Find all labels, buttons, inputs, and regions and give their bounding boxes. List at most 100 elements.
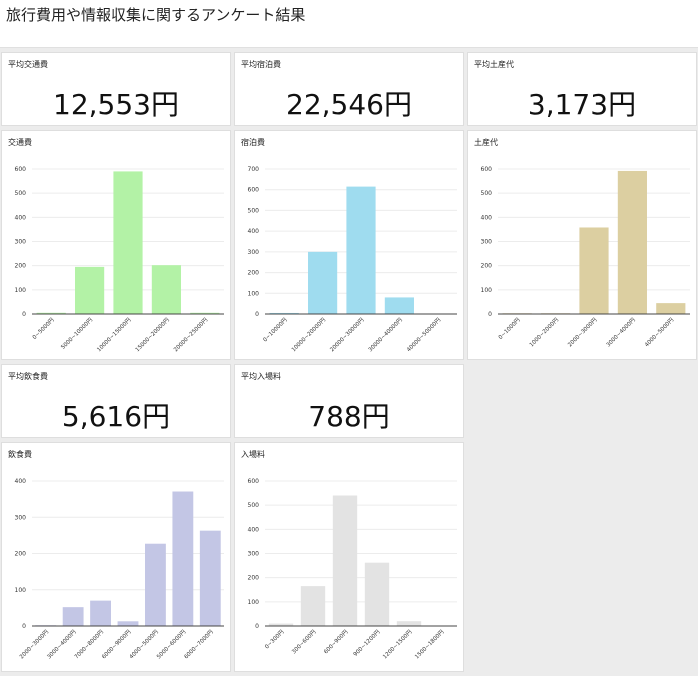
- bar-chart-lodging: 0 100 200 300 400 500 600 700 0~10000円 10000~2000…: [248, 166, 457, 353]
- kpi-value: 5,616円: [61, 400, 171, 433]
- bar[interactable]: [617, 170, 647, 314]
- x-tick-label: 2000~3000円: [567, 316, 599, 348]
- bar[interactable]: [308, 251, 338, 314]
- x-tick-label: 1500~1800円: [414, 628, 446, 660]
- y-tick-label: 500: [15, 190, 27, 197]
- bar[interactable]: [364, 562, 390, 626]
- x-tick-label: 300~600円: [290, 628, 317, 655]
- kpi-card-admission[interactable]: 平均入場料 788円: [234, 364, 464, 438]
- kpi-label: 平均入場料: [241, 372, 281, 381]
- x-tick-label: 1200~1500円: [382, 628, 414, 660]
- y-tick-label: 200: [248, 575, 260, 582]
- bar[interactable]: [113, 171, 143, 314]
- x-tick-label: 0~10000円: [262, 316, 289, 343]
- bar[interactable]: [396, 621, 422, 626]
- kpi-value: 3,173円: [527, 88, 637, 121]
- x-tick-label: 20000~25000円: [172, 316, 209, 353]
- bar[interactable]: [117, 621, 139, 626]
- bar-chart-transport: 0 100 200 300 400 500 600 0~5000円 5000~10000円 100…: [15, 166, 224, 353]
- dashboard-header: 旅行費用や情報収集に関するアンケート結果: [0, 0, 698, 48]
- x-tick-label: 3000~4000円: [605, 316, 637, 348]
- chart-card-admission[interactable]: 入場料 0 100 200 300 400 500 600 0~300円 300~600円 600…: [234, 442, 464, 672]
- y-tick-label: 300: [248, 551, 260, 558]
- x-tick-label: 20000~30000円: [329, 316, 366, 353]
- bar[interactable]: [145, 543, 166, 626]
- y-tick-label: 100: [248, 290, 260, 297]
- chart-card-lodging[interactable]: 宿泊費 0 100 200 300 400 500 600 700 0~10000円 10000~…: [234, 130, 464, 360]
- bar[interactable]: [332, 495, 358, 627]
- x-tick-label: 4000~5000円: [643, 316, 675, 348]
- y-tick-label: 300: [248, 249, 260, 256]
- x-tick-label: 10000~20000円: [290, 316, 327, 353]
- bar[interactable]: [75, 266, 105, 314]
- y-tick-label: 100: [481, 287, 493, 294]
- bar[interactable]: [151, 265, 181, 314]
- y-tick-label: 600: [481, 166, 493, 173]
- y-tick-label: 300: [481, 239, 493, 246]
- bar-chart-food: 01002003004002000~3000円3000~4000円7000~80…: [15, 478, 224, 660]
- y-tick-label: 200: [481, 263, 493, 270]
- kpi-value: 788円: [308, 400, 390, 433]
- x-tick-label: 30000~40000円: [367, 316, 404, 353]
- y-tick-label: 200: [15, 551, 27, 558]
- chart-card-transport[interactable]: 交通費 0 100 200 300 400 500 600 0~5000円 5000~10000…: [1, 130, 231, 360]
- x-tick-label: 6000~7000円: [183, 628, 215, 660]
- bar[interactable]: [300, 586, 326, 626]
- y-tick-label: 700: [248, 166, 260, 173]
- x-tick-label: 0~5000円: [31, 316, 56, 341]
- y-tick-label: 400: [248, 228, 260, 235]
- bar[interactable]: [656, 303, 686, 314]
- kpi-label: 平均土産代: [474, 60, 514, 69]
- bar-chart-souvenir: 0 100 200 300 400 500 600 0~1000円 1000~2000円 2000…: [481, 166, 690, 348]
- bar[interactable]: [346, 186, 376, 314]
- y-tick-label: 0: [22, 623, 26, 630]
- y-tick-label: 600: [15, 166, 27, 173]
- y-tick-label: 300: [15, 514, 27, 521]
- kpi-value: 22,546円: [286, 88, 412, 121]
- y-tick-label: 0: [22, 311, 26, 318]
- y-tick-label: 0: [255, 623, 259, 630]
- chart-card-food[interactable]: 飲食費 0 100 200 300 400 2000~3000円 3000~4000円 700…: [1, 442, 231, 672]
- x-tick-label: 900~1200円: [352, 628, 382, 658]
- y-tick-label: 100: [15, 587, 27, 594]
- y-tick-label: 500: [248, 207, 260, 214]
- kpi-card-food[interactable]: 平均飲食費 5,616円: [1, 364, 231, 438]
- y-tick-label: 400: [481, 214, 493, 221]
- y-tick-label: 0: [255, 311, 259, 318]
- chart-card-souvenir[interactable]: 土産代 0 100 200 300 400 500 600 0~1000円 1000~2000円…: [467, 130, 697, 360]
- x-tick-label: 0~1000円: [497, 316, 522, 341]
- bar[interactable]: [384, 297, 414, 314]
- bar[interactable]: [90, 600, 111, 626]
- y-tick-label: 100: [15, 287, 27, 294]
- y-tick-label: 400: [15, 478, 27, 485]
- kpi-label: 平均飲食費: [8, 372, 48, 381]
- x-tick-label: 600~900円: [322, 628, 349, 655]
- x-tick-label: 0~300円: [263, 628, 285, 650]
- x-tick-label: 15000~20000円: [134, 316, 171, 353]
- y-tick-label: 200: [248, 270, 260, 277]
- kpi-card-lodging[interactable]: 平均宿泊費 22,546円: [234, 52, 464, 126]
- x-tick-label: 10000~15000円: [96, 316, 133, 353]
- y-tick-label: 400: [248, 526, 260, 533]
- dashboard-title: 旅行費用や情報収集に関するアンケート結果: [6, 6, 306, 24]
- x-tick-label: 1000~2000円: [528, 316, 560, 348]
- y-tick-label: 500: [248, 502, 260, 509]
- kpi-value: 12,553円: [53, 88, 179, 121]
- bar[interactable]: [172, 491, 194, 626]
- y-tick-label: 600: [248, 478, 260, 485]
- x-tick-label: 40000~50000円: [405, 316, 442, 353]
- kpi-label: 平均宿泊費: [241, 60, 281, 69]
- bar-chart-admission: 0 100 200 300 400 500 600 0~300円 300~600円 600~900…: [248, 478, 457, 660]
- kpi-card-transport[interactable]: 平均交通費 12,553円: [1, 52, 231, 126]
- y-tick-label: 400: [15, 214, 27, 221]
- y-tick-label: 600: [248, 187, 260, 194]
- bar[interactable]: [199, 530, 221, 626]
- bar[interactable]: [579, 227, 609, 314]
- y-tick-label: 500: [481, 190, 493, 197]
- bar[interactable]: [62, 607, 84, 626]
- y-tick-label: 100: [248, 599, 260, 606]
- kpi-card-souvenir[interactable]: 平均土産代 3,173円: [467, 52, 697, 126]
- y-tick-label: 0: [488, 311, 492, 318]
- y-tick-label: 200: [15, 263, 27, 270]
- x-tick-label: 5000~10000円: [60, 316, 95, 351]
